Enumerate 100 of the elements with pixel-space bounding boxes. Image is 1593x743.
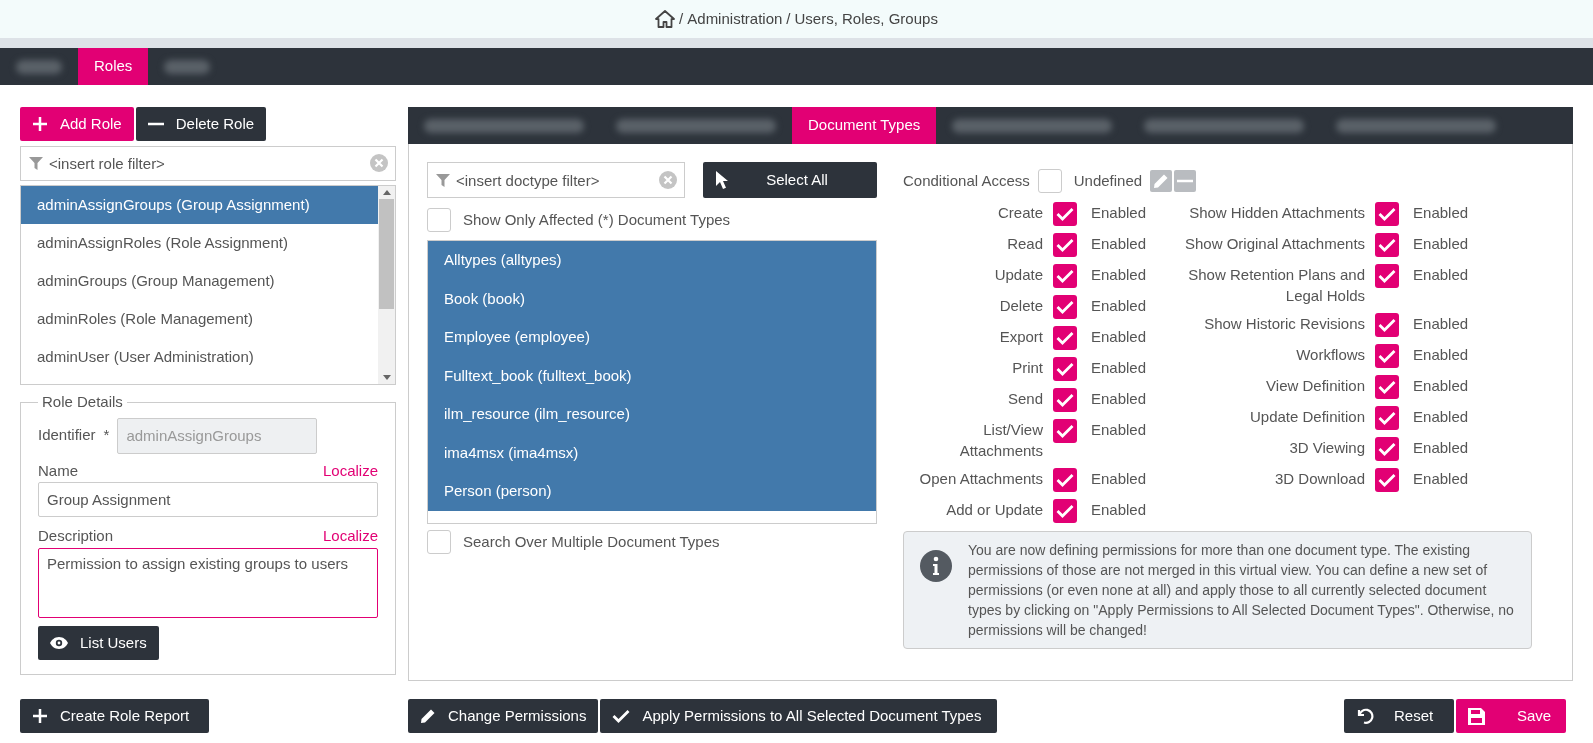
checkbox[interactable] — [1053, 419, 1077, 443]
apply-permissions-button[interactable]: Apply Permissions to All Selected Document Types — [600, 699, 998, 733]
create-role-report-button[interactable]: Create Role Report — [20, 699, 210, 733]
permission-label: 3D Download — [1274, 469, 1366, 489]
status-text: Enabled — [1091, 420, 1147, 440]
status-text: Enabled — [1091, 469, 1147, 489]
status-text: Enabled — [1413, 376, 1469, 396]
checkbox[interactable] — [1375, 406, 1400, 430]
check-icon — [1378, 349, 1397, 363]
document-type-item[interactable]: Employee (employee) — [428, 318, 876, 357]
checkbox-label: Search Over Multiple Document Types — [463, 531, 720, 552]
section-title: Role Details — [41, 392, 124, 412]
role-list-item[interactable]: adminUser (User Administration) — [21, 338, 378, 376]
reset-button[interactable]: Reset — [1344, 699, 1454, 733]
check-icon — [1378, 318, 1397, 332]
check-icon — [1378, 442, 1397, 456]
checkbox[interactable] — [427, 208, 451, 232]
select-all-button[interactable]: Select All — [703, 162, 877, 198]
home-icon[interactable] — [655, 10, 676, 28]
field-label: Name — [38, 460, 78, 481]
check-icon — [1378, 269, 1397, 283]
document-type-item[interactable]: ilm_resource (ilm_resource) — [428, 395, 876, 434]
localize-link[interactable]: Localize — [322, 525, 378, 548]
permission-label: Update — [993, 265, 1043, 285]
checkbox[interactable] — [1053, 233, 1077, 257]
breadcrumb-link[interactable]: Administration — [687, 7, 783, 31]
role-list-item[interactable]: adminGroups (Group Management) — [21, 262, 378, 300]
role-list-item[interactable]: adminRoles (Role Management) — [21, 300, 378, 338]
scroll-down-icon[interactable] — [382, 375, 391, 380]
checkbox[interactable] — [1053, 295, 1077, 319]
checkbox[interactable] — [1053, 499, 1077, 523]
save-button[interactable]: Save — [1456, 699, 1566, 733]
check-icon — [1056, 362, 1074, 376]
eye-icon — [50, 637, 68, 649]
permission-label: Add or Update — [945, 500, 1043, 520]
breadcrumb-separator: / — [786, 8, 791, 29]
checkbox[interactable] — [1375, 264, 1400, 288]
permission-label: Update Definition — [1249, 407, 1366, 427]
permission-label: Workflows — [1295, 345, 1366, 365]
document-type-item[interactable]: Person (person) — [428, 472, 876, 511]
description-field[interactable]: Permission to assign existing groups to users — [38, 547, 378, 618]
document-type-item[interactable]: Fulltext_book (fulltext_book) — [428, 356, 876, 395]
role-list-item[interactable]: adminAssignRoles (Role Assignment) — [21, 224, 378, 262]
add-role-button[interactable]: Add Role — [20, 107, 134, 141]
scrollbar[interactable] — [378, 186, 395, 384]
filter-icon — [436, 174, 450, 187]
info-icon — [920, 550, 952, 582]
checkbox[interactable] — [1375, 313, 1400, 337]
status-text: Enabled — [1413, 234, 1469, 254]
checkbox[interactable] — [1375, 344, 1400, 368]
checkbox[interactable] — [1375, 233, 1400, 257]
check-icon — [1056, 331, 1074, 345]
delete-role-button[interactable]: Delete Role — [135, 107, 267, 141]
checkbox[interactable] — [1375, 375, 1400, 399]
permission-label: Show Retention Plans and Legal Holds — [1187, 265, 1366, 306]
checkbox[interactable] — [427, 530, 451, 554]
role-list-item[interactable]: adminAssignGroups (Group Assignment) — [21, 186, 378, 224]
status-text: Enabled — [1091, 265, 1147, 285]
checkbox[interactable] — [1053, 388, 1077, 412]
check-icon — [1378, 411, 1397, 425]
document-type-item[interactable]: Alltypes (alltypes) — [428, 241, 876, 280]
permission-label: Print — [1011, 358, 1043, 378]
document-type-item[interactable]: Book (book) — [428, 279, 876, 318]
document-type-item[interactable]: ima4msx (ima4msx) — [428, 433, 876, 472]
checkbox[interactable] — [1375, 202, 1400, 226]
status-text: Enabled — [1091, 296, 1147, 316]
permission-label: View Definition — [1265, 376, 1366, 396]
name-field[interactable]: Group Assignment — [38, 482, 378, 517]
check-icon — [612, 709, 631, 723]
permission-label: Delete — [998, 296, 1043, 316]
status-text: Enabled — [1413, 469, 1469, 489]
check-icon — [1378, 207, 1397, 221]
field-label: Description — [38, 526, 114, 546]
change-permissions-button[interactable]: Change Permissions — [408, 699, 599, 733]
checkbox[interactable] — [1053, 326, 1077, 350]
checkbox[interactable] — [1053, 468, 1077, 492]
checkbox-label: Show Only Affected (*) Document Types — [463, 209, 731, 230]
localize-link[interactable]: Localize — [322, 459, 378, 482]
checkbox[interactable] — [1053, 202, 1077, 226]
checkbox[interactable] — [1053, 357, 1077, 381]
check-icon — [1378, 238, 1397, 252]
status-text: Undefined — [1073, 170, 1143, 191]
status-text: Enabled — [1091, 500, 1147, 520]
minus-icon — [147, 122, 164, 126]
permission-label: 3D Viewing — [1288, 438, 1366, 458]
doctype-filter-field[interactable]: <insert doctype filter> — [427, 162, 685, 198]
checkbox[interactable] — [1037, 169, 1062, 193]
breadcrumb-link[interactable]: Users, Roles, Groups — [794, 7, 938, 31]
checkbox[interactable] — [1053, 264, 1077, 288]
scroll-up-icon[interactable] — [382, 190, 391, 195]
check-icon — [1056, 207, 1074, 221]
status-text: Enabled — [1091, 358, 1147, 378]
check-icon — [1056, 424, 1074, 438]
checkbox[interactable] — [1375, 468, 1400, 492]
tab[interactable]: Document Types — [792, 107, 937, 144]
list-users-button[interactable]: List Users — [38, 626, 159, 660]
role-filter-field[interactable]: <insert role filter> — [20, 146, 396, 181]
tab[interactable]: Roles — [78, 48, 149, 85]
checkbox[interactable] — [1375, 437, 1400, 461]
status-text: Enabled — [1413, 345, 1469, 365]
